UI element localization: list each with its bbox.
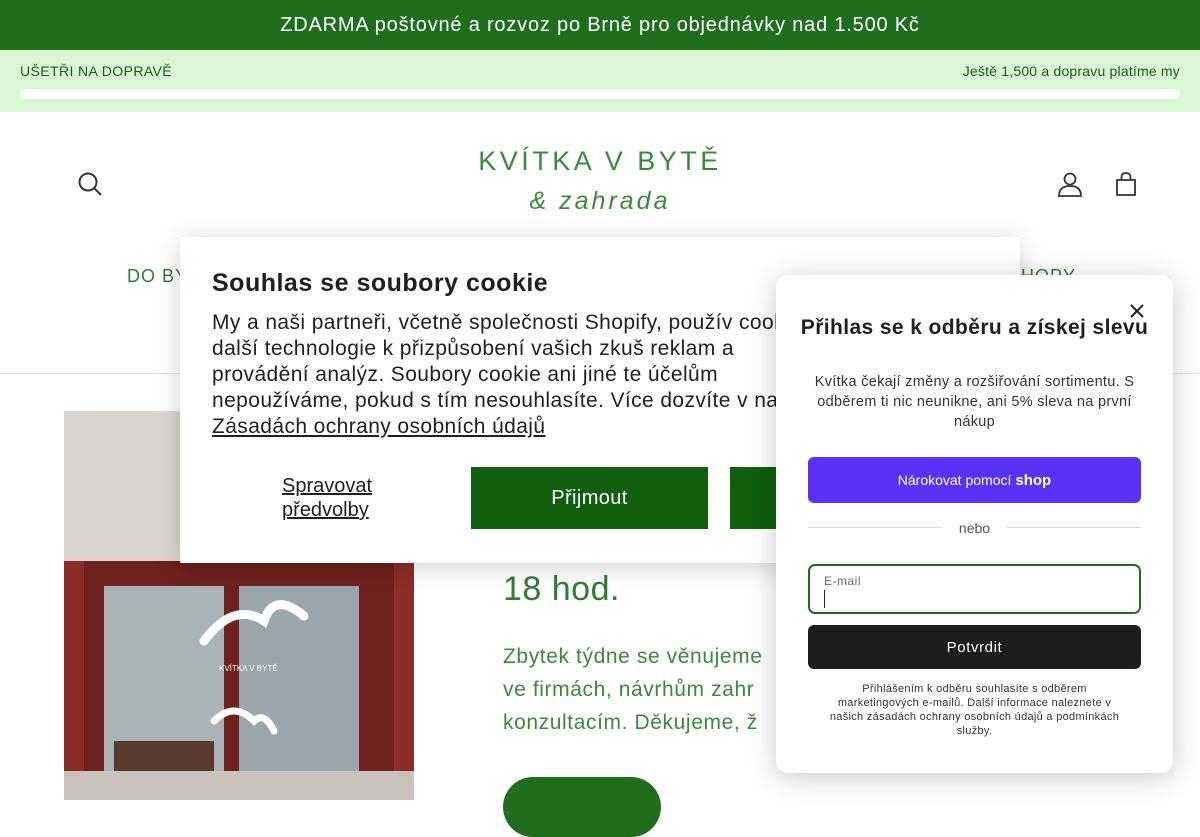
shipping-left-label: UŠETŘI NA DOPRAVĚ bbox=[20, 63, 173, 79]
hero-heading: 18 hod. bbox=[503, 570, 620, 608]
logo-line-2: & zahrada bbox=[529, 187, 671, 215]
divider-text: nebo bbox=[958, 520, 991, 536]
shipping-progress-track bbox=[20, 89, 1180, 99]
popup-title: Přihlas se k odběru a získej slevu bbox=[800, 316, 1149, 339]
logo[interactable]: KVÍTKA V BYTĚ & zahrada bbox=[470, 146, 730, 216]
svg-text:KVÍTKA V BYTĚ: KVÍTKA V BYTĚ bbox=[219, 664, 278, 673]
shipping-progress-bar: UŠETŘI NA DOPRAVĚ Ještě 1,500 a dopravu … bbox=[0, 50, 1200, 112]
shop-button-label: Nárokovat pomocí bbox=[897, 472, 1012, 488]
nav-item-home[interactable]: DO BY bbox=[127, 266, 188, 287]
cookie-body: My a naši partneři, včetně společnosti S… bbox=[212, 310, 832, 440]
account-icon[interactable] bbox=[1050, 164, 1090, 204]
popup-description: Kvítka čekají změny a rozšiřování sortim… bbox=[814, 374, 1135, 430]
legal-text: Přihlášením k odběru souhlasíte s odběre… bbox=[829, 683, 1120, 737]
hero-text-line: ve firmách, návrhům zahr bbox=[503, 678, 755, 701]
cart-icon[interactable] bbox=[1106, 164, 1146, 204]
shipping-right-label: Ještě 1,500 a dopravu platíme my bbox=[962, 63, 1180, 79]
or-divider: nebo bbox=[808, 520, 1141, 536]
accept-cookies-button[interactable]: Přijmout bbox=[471, 467, 708, 529]
hero-text-line: Zbytek týdne se věnujeme bbox=[503, 645, 763, 668]
hero-cta-button[interactable] bbox=[503, 777, 661, 837]
cookie-title: Souhlas se soubory cookie bbox=[212, 269, 549, 297]
newsletter-popup: Přihlas se k odběru a získej slevu Kvítk… bbox=[776, 275, 1173, 773]
email-label: E-mail bbox=[824, 574, 862, 588]
hero-text-line: konzultacím. Děkujeme, ž bbox=[503, 711, 758, 734]
manage-preferences-button[interactable]: Spravovat předvolby bbox=[282, 474, 422, 522]
email-field[interactable]: E-mail bbox=[808, 564, 1141, 614]
logo-line-1: KVÍTKA V BYTĚ bbox=[478, 146, 722, 176]
privacy-policy-link[interactable]: Zásadách ochrany osobních údajů bbox=[212, 415, 545, 438]
text-caret bbox=[824, 590, 825, 608]
search-icon[interactable] bbox=[70, 164, 110, 204]
submit-button[interactable]: Potvrdit bbox=[808, 625, 1141, 669]
announcement-bar: ZDARMA poštovné a rozvoz po Brně pro obj… bbox=[0, 0, 1200, 50]
hero-text: Zbytek týdne se věnujeme ve firmách, náv… bbox=[503, 640, 803, 739]
shop-pay-button[interactable]: Nárokovat pomocí shop bbox=[808, 457, 1141, 503]
announcement-text: ZDARMA poštovné a rozvoz po Brně pro obj… bbox=[280, 13, 920, 36]
cookie-body-text: My a naši partneři, včetně společnosti S… bbox=[212, 311, 821, 412]
shop-brand-logo: shop bbox=[1015, 471, 1052, 489]
